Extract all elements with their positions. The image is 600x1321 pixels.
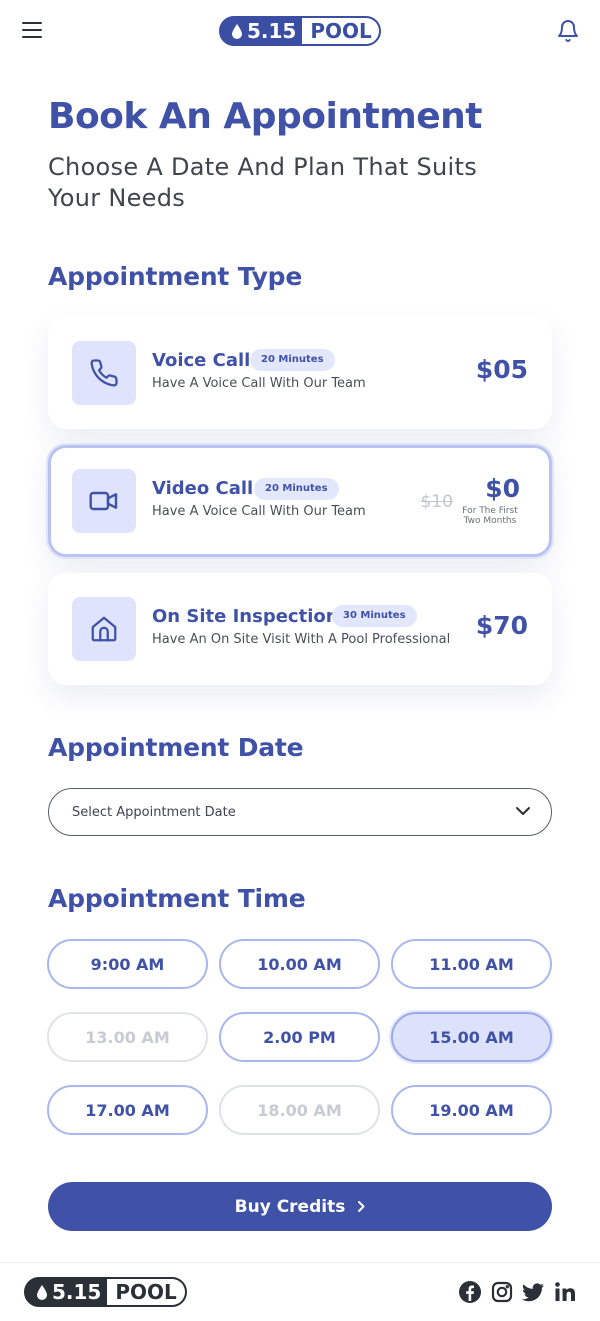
- bell-icon[interactable]: [556, 18, 580, 44]
- section-title-type: Appointment Type: [48, 262, 303, 291]
- top-navbar: 5.15 POOL: [0, 0, 600, 62]
- buy-credits-button[interactable]: Buy Credits: [48, 1182, 552, 1231]
- card-price: $0: [485, 474, 520, 503]
- page-title: Book An Appointment: [48, 96, 482, 137]
- home-icon: [91, 616, 117, 642]
- footer-logo[interactable]: 5.15 POOL: [24, 1277, 187, 1307]
- time-slot[interactable]: 2.00 PM: [219, 1012, 380, 1062]
- icon-tile: [72, 597, 136, 661]
- time-slot[interactable]: 19.00 AM: [391, 1085, 552, 1135]
- duration-badge: 30 Minutes: [332, 605, 417, 627]
- icon-tile: [72, 341, 136, 405]
- time-slot[interactable]: 9:00 AM: [47, 939, 208, 989]
- time-slot-disabled: 18.00 AM: [219, 1085, 380, 1135]
- appointment-card-voice[interactable]: Voice Call 20 Minutes Have A Voice Call …: [48, 317, 552, 429]
- card-title: Video Call: [152, 478, 254, 499]
- date-select-placeholder: Select Appointment Date: [72, 805, 236, 820]
- video-icon: [89, 491, 118, 511]
- card-description: Have A Voice Call With Our Team: [152, 376, 366, 391]
- card-description: Have A Voice Call With Our Team: [152, 504, 366, 519]
- date-select[interactable]: Select Appointment Date: [48, 788, 552, 836]
- section-title-date: Appointment Date: [48, 733, 304, 762]
- card-title: Voice Call: [152, 350, 251, 371]
- card-price: $05: [475, 355, 528, 384]
- time-slot[interactable]: 10.00 AM: [219, 939, 380, 989]
- twitter-icon[interactable]: [521, 1280, 545, 1304]
- old-price: $10: [420, 492, 453, 512]
- logo-word: POOL: [115, 1280, 177, 1304]
- menu-icon[interactable]: [22, 22, 42, 40]
- appointment-card-video[interactable]: Video Call 20 Minutes Have A Voice Call …: [48, 445, 552, 557]
- duration-badge: 20 Minutes: [254, 478, 339, 500]
- chevron-right-icon: [358, 1201, 365, 1212]
- appointment-card-onsite[interactable]: On Site Inspection 30 Minutes Have An On…: [48, 573, 552, 685]
- icon-tile: [72, 469, 136, 533]
- time-slot[interactable]: 11.00 AM: [391, 939, 552, 989]
- linkedin-icon[interactable]: [553, 1280, 577, 1304]
- card-description: Have An On Site Visit With A Pool Profes…: [152, 632, 451, 647]
- phone-icon: [90, 359, 118, 387]
- logo-number: 5.15: [247, 19, 297, 43]
- price-note: For The First Two Months: [462, 506, 518, 526]
- water-drop-icon: [232, 23, 242, 39]
- brand-logo[interactable]: 5.15 POOL: [219, 16, 381, 46]
- logo-word: POOL: [310, 19, 372, 43]
- logo-number: 5.15: [52, 1280, 102, 1304]
- chevron-down-icon: [516, 807, 530, 815]
- page-subtitle: Choose A Date And Plan That Suits Your N…: [48, 153, 477, 212]
- card-title: On Site Inspection: [152, 606, 339, 627]
- facebook-icon[interactable]: [458, 1280, 482, 1304]
- time-slot[interactable]: 17.00 AM: [47, 1085, 208, 1135]
- water-drop-icon: [37, 1284, 47, 1300]
- duration-badge: 20 Minutes: [250, 349, 335, 371]
- buy-credits-label: Buy Credits: [234, 1196, 346, 1217]
- card-price: $70: [475, 611, 528, 640]
- instagram-icon[interactable]: [490, 1280, 514, 1304]
- time-slot-disabled: 13.00 AM: [47, 1012, 208, 1062]
- time-slot-selected[interactable]: 15.00 AM: [391, 1012, 552, 1062]
- section-title-time: Appointment Time: [48, 884, 306, 913]
